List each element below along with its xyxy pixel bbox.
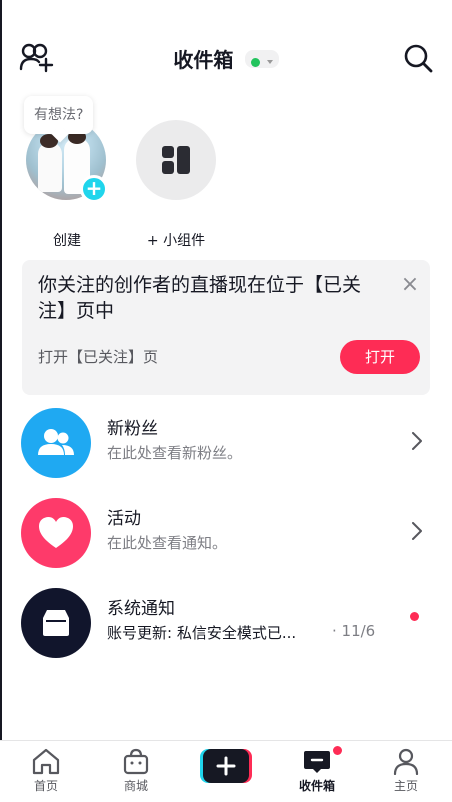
window-edge — [0, 0, 2, 802]
create-post-plus-icon[interactable] — [200, 749, 252, 783]
add-story-plus-icon[interactable]: + — [80, 175, 108, 203]
caret-down-icon — [266, 60, 273, 64]
inbox-tray-icon — [21, 588, 91, 658]
close-icon[interactable]: × — [400, 274, 420, 296]
chevron-right-icon — [412, 522, 422, 540]
list-item-title: 活动 — [107, 509, 141, 529]
widget-grid-icon — [162, 146, 190, 174]
nav-shop-label: 商城 — [123, 779, 148, 793]
nav-home[interactable]: 首页 — [11, 747, 81, 794]
notice-message: 你关注的创作者的直播现在位于【已关注】页中 — [38, 274, 362, 322]
nav-profile-label: 主页 — [393, 779, 418, 793]
search-icon[interactable] — [402, 42, 434, 74]
list-item-subtitle: 在此处查看新粉丝。 — [107, 444, 243, 462]
unread-dot — [410, 612, 419, 621]
inbox-item-system-notifications[interactable]: 系统通知 账号更新: 私信安全模式已... · 11/6 — [0, 582, 452, 662]
list-item-subtitle: 在此处查看通知。 — [107, 534, 228, 552]
list-item-title: 系统通知 — [107, 599, 175, 619]
shopping-bag-icon — [123, 748, 149, 775]
inbox-item-new-followers[interactable]: 新粉丝 在此处查看新粉丝。 — [0, 402, 452, 482]
online-status-dot — [250, 57, 260, 67]
page-title: 收件箱 — [173, 48, 234, 72]
list-item-preview: 账号更新: 私信安全模式已... — [107, 624, 297, 642]
heart-icon — [21, 498, 91, 568]
bottom-nav: 首页 商城 收件箱 主页 — [0, 740, 452, 802]
list-item-timestamp: · 11/6 — [332, 622, 376, 640]
nav-inbox[interactable]: 收件箱 — [282, 747, 352, 794]
home-icon — [32, 748, 60, 775]
add-widget-label: + 小组件 — [146, 233, 206, 249]
inbox-message-icon — [304, 751, 330, 773]
online-status-toggle[interactable] — [244, 49, 279, 68]
open-following-button[interactable]: 打开 — [340, 340, 420, 374]
thought-bubble[interactable]: 有想法? — [24, 96, 94, 134]
notice-subtext: 打开【已关注】页 — [38, 348, 159, 366]
create-story-label: 创建 — [53, 233, 81, 249]
inbox-item-activity[interactable]: 活动 在此处查看通知。 — [0, 492, 452, 572]
chevron-right-icon — [412, 432, 422, 450]
live-notice-card: 你关注的创作者的直播现在位于【已关注】页中 × 打开【已关注】页 打开 — [22, 260, 430, 395]
photo-figure — [38, 142, 62, 192]
nav-profile[interactable]: 主页 — [371, 747, 441, 794]
profile-icon — [393, 748, 419, 775]
people-icon — [21, 408, 91, 478]
nav-inbox-label: 收件箱 — [298, 779, 335, 793]
nav-home-label: 首页 — [33, 779, 58, 793]
nav-shop[interactable]: 商城 — [101, 747, 171, 794]
list-item-title: 新粉丝 — [107, 419, 158, 439]
header: 收件箱 — [0, 0, 452, 100]
inbox-notification-badge — [333, 746, 342, 755]
title-area[interactable]: 收件箱 — [0, 44, 452, 73]
